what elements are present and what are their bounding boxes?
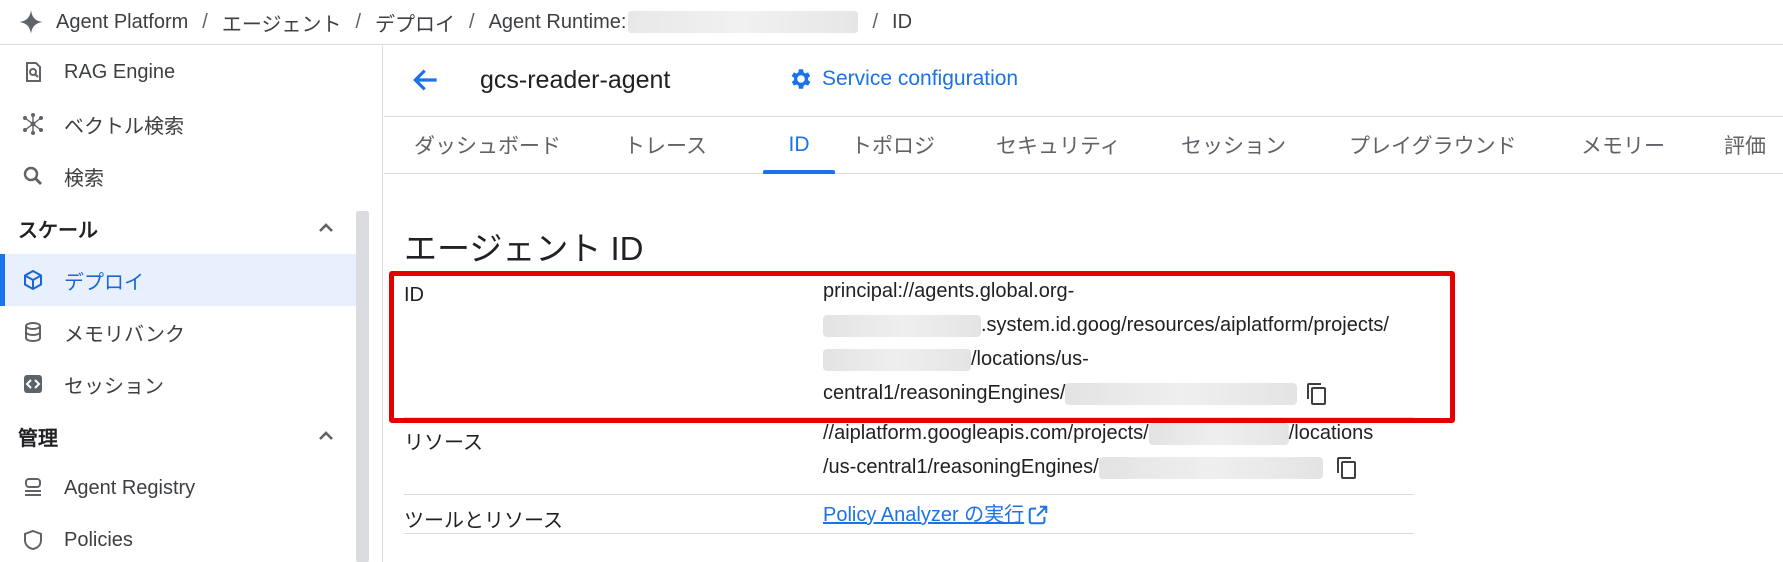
breadcrumb-separator: / [469, 10, 475, 33]
sidebar-item-label: セッション [64, 375, 164, 398]
agent-platform-spark-icon [19, 10, 43, 34]
tab-label: セキュリティ [996, 135, 1121, 158]
tab-label: プレイグラウンド [1349, 135, 1517, 158]
gear-icon [791, 69, 811, 89]
session-icon [20, 371, 46, 397]
breadcrumb-current-id: ID [892, 10, 913, 33]
sidebar-item-label: RAG Engine [64, 60, 176, 83]
sidebar-item-label: 検索 [64, 167, 104, 190]
chevron-up-icon [319, 223, 333, 232]
rag-engine-icon [20, 59, 46, 85]
breadcrumb: Agent Platform / エージェント / デプロイ / Agent R… [0, 0, 1783, 45]
tab-label: ID [788, 133, 810, 156]
policies-icon [20, 527, 46, 553]
sidebar-item-label: ベクトル検索 [64, 115, 184, 138]
sidebar-item-label: メモリバンク [64, 323, 185, 346]
breadcrumb-deploy[interactable]: デプロイ [375, 8, 455, 37]
tab-topology[interactable]: トポロジ [851, 117, 935, 173]
sidebar: RAG Engine ベクトル検索 検索 スケール デプロイ メモリバンク セッ… [0, 46, 383, 562]
sidebar-item-agent-registry[interactable]: Agent Registry [0, 462, 360, 514]
sidebar-item-deploy[interactable]: デプロイ [0, 254, 360, 306]
sidebar-item-label: デプロイ [64, 271, 144, 294]
tab-memory[interactable]: メモリー [1581, 117, 1665, 173]
resource-row-value: //aiplatform.googleapis.com/projects/ /lo… [823, 416, 1373, 484]
breadcrumb-separator: / [355, 10, 362, 33]
sidebar-item-search[interactable]: 検索 [0, 150, 360, 202]
service-configuration-button[interactable]: Service configuration [788, 66, 1018, 92]
redacted-engine-id [1098, 456, 1323, 479]
resource-value-line: //aiplatform.googleapis.com/projects/ [823, 422, 1149, 444]
sidebar-item-label: Policies [64, 528, 133, 551]
redacted-project-id [1148, 422, 1289, 445]
tab-security[interactable]: セキュリティ [996, 117, 1121, 173]
tab-id[interactable]: ID [763, 117, 835, 174]
resource-value-line: /us-central1/reasoningEngines/ [823, 456, 1099, 478]
external-link-icon [1028, 505, 1048, 525]
tools-row-label: ツールとリソース [404, 510, 563, 532]
page-title: gcs-reader-agent [480, 66, 671, 94]
breadcrumb-agent-platform[interactable]: Agent Platform [56, 11, 188, 34]
redacted-runtime-name [628, 11, 859, 33]
page-header: gcs-reader-agent Service configuration [384, 46, 1783, 116]
breadcrumb-agent-runtime[interactable]: Agent Runtime: [489, 11, 627, 34]
sidebar-item-session[interactable]: セッション [0, 358, 360, 410]
section-header-scale[interactable]: スケール [0, 202, 360, 254]
copy-icon[interactable] [1335, 456, 1359, 480]
tab-bar: ダッシュボード トレース ID トポロジ セキュリティ セッション プレイグラウ… [384, 116, 1783, 174]
row-divider [404, 533, 1414, 534]
chevron-up-icon [319, 431, 333, 440]
sidebar-scrollbar[interactable] [356, 211, 369, 562]
tab-playground[interactable]: プレイグラウンド [1349, 117, 1517, 173]
section-header-manage[interactable]: 管理 [0, 410, 360, 462]
tab-label: セッション [1181, 135, 1286, 158]
sidebar-item-vector-search[interactable]: ベクトル検索 [0, 98, 360, 150]
sidebar-item-label: Agent Registry [64, 476, 196, 499]
section-title: スケール [18, 219, 98, 242]
tab-session[interactable]: セッション [1181, 117, 1286, 173]
back-arrow-icon[interactable] [410, 64, 442, 96]
sidebar-item-memory-bank[interactable]: メモリバンク [0, 306, 360, 358]
tab-evaluation[interactable]: 評価 [1724, 117, 1766, 173]
search-icon [20, 163, 46, 189]
sidebar-item-rag-engine[interactable]: RAG Engine [0, 46, 360, 98]
resource-row-label: リソース [404, 432, 483, 454]
breadcrumb-separator: / [202, 10, 208, 33]
highlight-annotation-box [389, 271, 1455, 423]
breadcrumb-separator: / [872, 10, 879, 33]
vector-search-icon [20, 111, 46, 137]
agent-registry-icon [20, 475, 46, 501]
service-configuration-label: Service configuration [822, 67, 1019, 90]
breadcrumb-agents[interactable]: エージェント [222, 8, 342, 37]
tab-dashboard[interactable]: ダッシュボード [414, 117, 561, 173]
section-heading: エージェント ID [404, 230, 644, 267]
tab-label: トレース [624, 135, 707, 158]
sidebar-item-policies[interactable]: Policies [0, 514, 360, 562]
tab-trace[interactable]: トレース [624, 117, 707, 173]
row-divider [404, 494, 1414, 495]
tools-row-value: Policy Analyzer の実行 [823, 498, 1049, 532]
policy-analyzer-link-label: Policy Analyzer の実行 [823, 504, 1025, 526]
section-title: 管理 [18, 427, 58, 450]
memory-bank-icon [20, 319, 46, 345]
tab-label: 評価 [1724, 135, 1766, 158]
tab-label: メモリー [1581, 135, 1665, 158]
deploy-cube-icon [20, 267, 46, 293]
tab-label: トポロジ [851, 135, 935, 158]
tab-label: ダッシュボード [414, 135, 561, 158]
resource-value-line: /locations [1288, 422, 1374, 444]
policy-analyzer-link[interactable]: Policy Analyzer の実行 [823, 498, 1049, 532]
